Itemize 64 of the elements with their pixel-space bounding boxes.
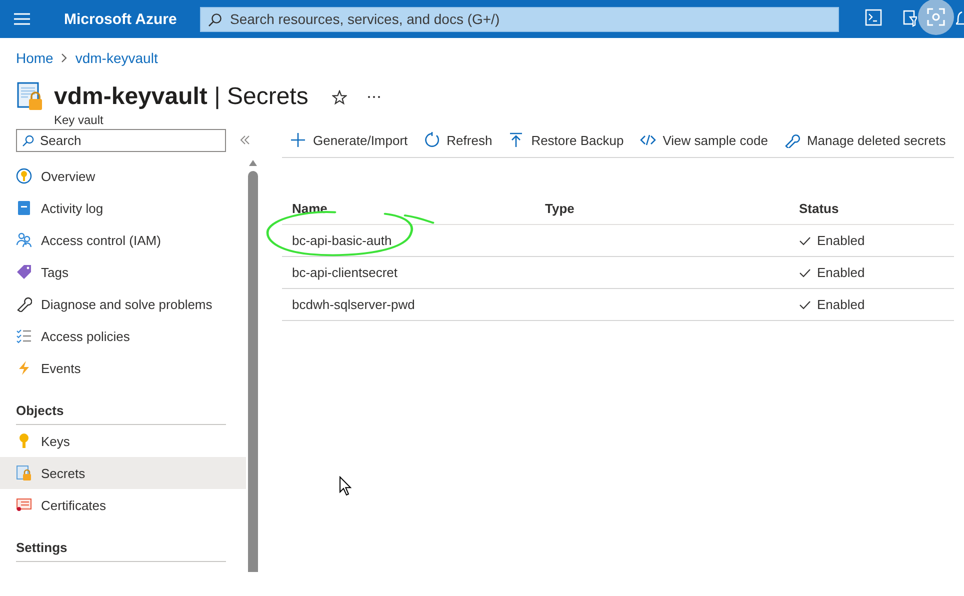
- more-icon[interactable]: [367, 95, 382, 99]
- plus-icon: [290, 132, 306, 148]
- status-text: Enabled: [817, 265, 865, 280]
- status-text: Enabled: [817, 297, 865, 312]
- camera-frame-icon: [927, 8, 945, 26]
- lightning-icon: [16, 360, 32, 376]
- nav-item[interactable]: Secrets: [0, 457, 246, 489]
- certificate-icon: [16, 497, 32, 513]
- bell-icon[interactable]: [956, 9, 964, 27]
- check-icon: [799, 300, 811, 310]
- nav-item[interactable]: Diagnose and solve problems: [0, 288, 246, 320]
- refresh-icon: [424, 132, 440, 148]
- star-icon[interactable]: [332, 90, 348, 104]
- scroll-up-icon: [249, 160, 257, 166]
- wrench-icon: [16, 296, 32, 312]
- tag-icon: [16, 264, 32, 280]
- people-icon: [16, 232, 32, 248]
- nav-item[interactable]: Access policies: [0, 320, 246, 352]
- breadcrumb-link[interactable]: vdm-keyvault: [75, 50, 158, 66]
- upload-icon: [508, 132, 524, 148]
- lock-document-icon: [16, 465, 32, 481]
- toolbar-button[interactable]: Manage deleted secrets: [776, 128, 954, 152]
- chevron-right-icon: [61, 52, 68, 62]
- checklist-icon: [16, 328, 32, 344]
- info-icon: [16, 168, 32, 184]
- toolbar-button[interactable]: Generate/Import: [282, 128, 416, 152]
- search-icon: [22, 135, 34, 147]
- nav-item[interactable]: Tags: [0, 256, 246, 288]
- search-icon: [208, 12, 222, 26]
- mouse-pointer-icon: [339, 476, 352, 496]
- log-icon: [16, 200, 32, 216]
- menu-icon[interactable]: [13, 12, 31, 26]
- toolbar-button[interactable]: Restore Backup: [500, 128, 632, 152]
- page-title: vdm-keyvault | Secrets: [54, 83, 308, 111]
- collapse-icon[interactable]: [240, 135, 250, 145]
- status-text: Enabled: [817, 233, 865, 248]
- check-icon: [799, 268, 811, 278]
- toolbar-button[interactable]: View sample code: [632, 128, 776, 152]
- screenshot-button[interactable]: [918, 0, 954, 35]
- scrollbar[interactable]: [248, 160, 258, 572]
- nav-item[interactable]: Activity log: [0, 192, 246, 224]
- nav-item[interactable]: Keys: [0, 425, 246, 457]
- toolbar-button[interactable]: Refresh: [416, 128, 500, 152]
- nav-item[interactable]: Certificates: [0, 489, 246, 521]
- column-header[interactable]: Status: [799, 200, 839, 216]
- section-heading: Objects: [16, 402, 64, 418]
- check-icon: [799, 236, 811, 246]
- nav-item[interactable]: Access control (IAM): [0, 224, 246, 256]
- secret-name[interactable]: bc-api-basic-auth: [292, 233, 392, 248]
- search-field[interactable]: Search resources, services, and docs (G+/): [200, 6, 839, 32]
- secret-name[interactable]: bcdwh-sqlserver-pwd: [292, 297, 415, 312]
- nav-item[interactable]: Events: [0, 352, 246, 384]
- section-heading: Settings: [16, 540, 68, 554]
- breadcrumb-link[interactable]: Home: [16, 50, 54, 66]
- wrench-icon: [784, 132, 800, 148]
- column-header[interactable]: Type: [545, 200, 574, 216]
- funnel-icon[interactable]: [903, 9, 917, 27]
- code-icon: [640, 132, 656, 148]
- sidebar-search-field[interactable]: Search: [16, 129, 226, 152]
- secret-name[interactable]: bc-api-clientsecret: [292, 265, 398, 280]
- resource-type: Key vault: [54, 113, 104, 127]
- brand-name[interactable]: Microsoft Azure: [64, 10, 200, 28]
- terminal-icon[interactable]: [865, 9, 882, 26]
- nav-item[interactable]: Overview: [0, 160, 246, 192]
